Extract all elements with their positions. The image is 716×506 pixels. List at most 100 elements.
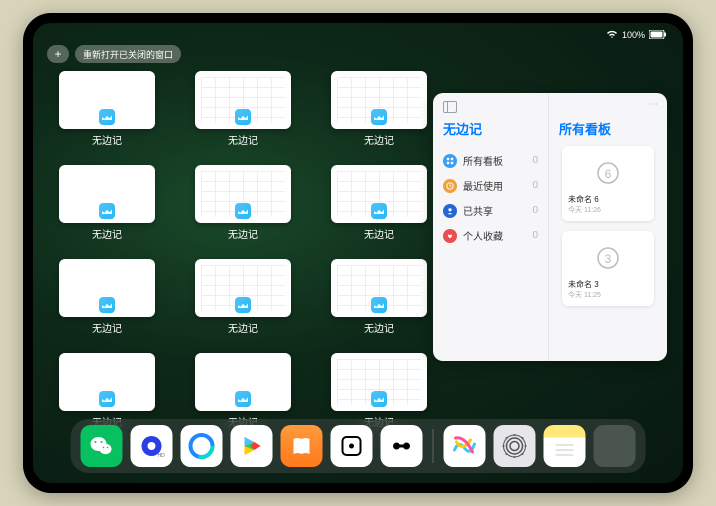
window-thumbnail <box>59 259 155 317</box>
category-label: 个人收藏 <box>463 228 503 243</box>
freeform-app-icon <box>235 203 251 219</box>
freeform-panel[interactable]: ⋯ 无边记 所有看板0最近使用0已共享0个人收藏0 所有看板 6未命名 6今天 … <box>433 93 667 361</box>
freeform-app-icon <box>235 391 251 407</box>
quark-icon[interactable]: HD <box>131 425 173 467</box>
category-item[interactable]: 个人收藏 0 <box>443 223 538 248</box>
app-window[interactable]: 无边记 <box>53 259 161 335</box>
board-meta: 今天 11:26 <box>568 205 648 215</box>
status-bar: 100% <box>33 27 683 43</box>
category-item[interactable]: 所有看板 0 <box>443 148 538 173</box>
category-item[interactable]: 已共享 0 <box>443 198 538 223</box>
board-preview: 3 <box>568 237 648 279</box>
panel-title: 无边记 <box>443 119 538 138</box>
app-label: 无边记 <box>364 226 394 241</box>
board-meta: 今天 11:25 <box>568 290 648 300</box>
board-name: 未命名 3 <box>568 279 648 290</box>
connect-icon[interactable] <box>381 425 423 467</box>
category-count: 0 <box>532 180 538 191</box>
app-label: 无边记 <box>92 132 122 147</box>
svg-text:3: 3 <box>605 252 612 266</box>
freeform-app-icon <box>99 297 115 313</box>
window-thumbnail <box>331 71 427 129</box>
battery-percent: 100% <box>622 30 645 40</box>
app-window[interactable]: 无边记 <box>189 165 297 241</box>
app-window[interactable]: 无边记 <box>189 353 297 429</box>
window-thumbnail <box>331 165 427 223</box>
category-count: 0 <box>532 205 538 216</box>
freeform-app-icon <box>99 391 115 407</box>
app-window[interactable]: 无边记 <box>53 165 161 241</box>
freeform-app-icon <box>235 109 251 125</box>
window-thumbnail <box>59 165 155 223</box>
panel-sidebar: 无边记 所有看板 0 最近使用 0 已共享 0 个人收藏 0 <box>433 93 549 361</box>
person-icon <box>443 204 457 218</box>
heart-icon <box>443 229 457 243</box>
books-icon[interactable] <box>281 425 323 467</box>
dock-separator <box>433 429 434 463</box>
app-window[interactable]: 无边记 <box>189 259 297 335</box>
wifi-icon <box>606 30 618 41</box>
wechat-icon[interactable] <box>81 425 123 467</box>
dock: HD <box>71 419 646 473</box>
freeform-app-icon <box>99 203 115 219</box>
freeform-app-icon <box>371 391 387 407</box>
category-label: 最近使用 <box>463 178 503 193</box>
app-window[interactable]: 无边记 <box>325 71 433 147</box>
category-count: 0 <box>532 230 538 241</box>
app-label: 无边记 <box>92 320 122 335</box>
app-window[interactable]: 无边记 <box>189 71 297 147</box>
panel-menu-icon[interactable]: ⋯ <box>648 99 659 110</box>
window-thumbnail <box>195 71 291 129</box>
category-label: 已共享 <box>463 203 493 218</box>
status-right: 100% <box>606 27 667 43</box>
freeform-app-icon <box>371 297 387 313</box>
app-window[interactable]: 无边记 <box>53 353 161 429</box>
window-thumbnail <box>331 353 427 411</box>
board-card[interactable]: 6 未命名 6今天 11:26 <box>562 146 654 221</box>
panel-content: 所有看板 6 未命名 6今天 11:26 3 未命名 3今天 11:25 <box>549 93 667 361</box>
app-window[interactable]: 无边记 <box>53 71 161 147</box>
sidebar-toggle-icon[interactable] <box>443 101 457 113</box>
qqbrowser-icon[interactable] <box>181 425 223 467</box>
app-label: 无边记 <box>228 132 258 147</box>
reopen-closed-button[interactable]: 重新打开已关闭的窗口 <box>75 45 181 63</box>
reopen-label: 重新打开已关闭的窗口 <box>83 48 173 61</box>
stage-manager-grid: 无边记无边记无边记无边记无边记无边记无边记无边记无边记无边记无边记无边记 <box>53 71 433 429</box>
settings-icon[interactable] <box>494 425 536 467</box>
category-label: 所有看板 <box>463 153 503 168</box>
window-thumbnail <box>195 165 291 223</box>
freeform-app-icon <box>371 203 387 219</box>
category-count: 0 <box>532 155 538 166</box>
panel-right-title: 所有看板 <box>559 119 657 138</box>
category-item[interactable]: 最近使用 0 <box>443 173 538 198</box>
freeform-app-icon <box>99 109 115 125</box>
app-window[interactable]: 无边记 <box>325 165 433 241</box>
dice-icon[interactable] <box>331 425 373 467</box>
window-thumbnail <box>59 353 155 411</box>
svg-text:HD: HD <box>158 453 166 459</box>
clock-icon <box>443 179 457 193</box>
ipad-frame: 100% + 重新打开已关闭的窗口 无边记无边记无边记无边记无边记无边记无边记无… <box>23 13 693 493</box>
screen: 100% + 重新打开已关闭的窗口 无边记无边记无边记无边记无边记无边记无边记无… <box>33 23 683 483</box>
board-name: 未命名 6 <box>568 194 648 205</box>
play-icon[interactable] <box>231 425 273 467</box>
new-window-button[interactable]: + <box>47 45 69 63</box>
app-label: 无边记 <box>364 320 394 335</box>
window-thumbnail <box>59 71 155 129</box>
plus-icon: + <box>54 47 61 61</box>
board-preview: 6 <box>568 152 648 194</box>
app-label: 无边记 <box>92 226 122 241</box>
app-label: 无边记 <box>364 132 394 147</box>
top-controls: + 重新打开已关闭的窗口 <box>47 45 181 63</box>
app-label: 无边记 <box>228 320 258 335</box>
freeform-icon[interactable] <box>444 425 486 467</box>
battery-icon <box>649 30 667 41</box>
window-thumbnail <box>331 259 427 317</box>
freeform-app-icon <box>371 109 387 125</box>
notes-icon[interactable] <box>544 425 586 467</box>
svg-text:6: 6 <box>605 167 612 181</box>
app-window[interactable]: 无边记 <box>325 353 433 429</box>
board-card[interactable]: 3 未命名 3今天 11:25 <box>562 231 654 306</box>
app-library-icon[interactable] <box>594 425 636 467</box>
app-window[interactable]: 无边记 <box>325 259 433 335</box>
